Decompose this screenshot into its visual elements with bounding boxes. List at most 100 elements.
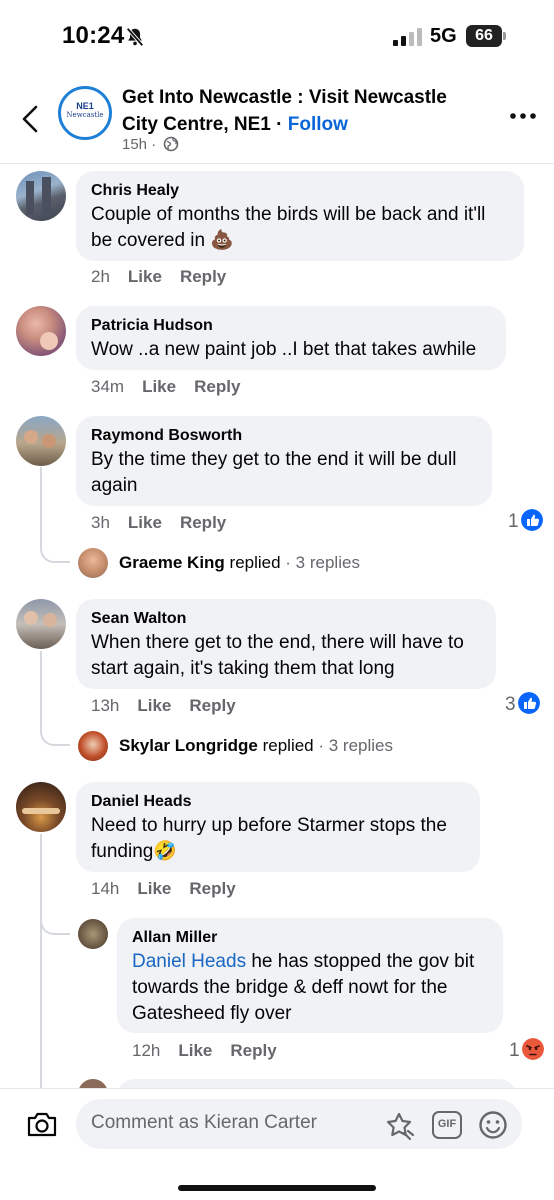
emoji-icon[interactable] bbox=[478, 1110, 508, 1140]
reply-button[interactable]: Reply bbox=[189, 696, 235, 715]
comment-text: Wow ..a new paint job ..I bet that takes… bbox=[91, 339, 477, 360]
reply-button[interactable]: Reply bbox=[230, 1041, 276, 1060]
comment-bubble[interactable]: Sean Walton When there get to the end, t… bbox=[76, 599, 496, 689]
status-bar: 10:24 5G 66 bbox=[0, 0, 554, 70]
comment-text: Need to hurry up before Starmer stops th… bbox=[91, 815, 447, 836]
thread-line bbox=[40, 651, 42, 719]
comment-text: funding🤣 bbox=[91, 841, 177, 862]
comment-text: Couple of months the birds will be back … bbox=[91, 204, 486, 225]
reply-author[interactable]: Allan Miller bbox=[132, 927, 489, 949]
reaction-summary[interactable]: 1 bbox=[509, 1038, 544, 1062]
thread-connector bbox=[40, 717, 70, 746]
comment-text: start again, it's taking them that long bbox=[91, 658, 395, 679]
thread-line bbox=[40, 834, 42, 1090]
avatar[interactable] bbox=[16, 782, 66, 832]
avatar[interactable] bbox=[16, 599, 66, 649]
comment-text: again bbox=[91, 475, 138, 496]
thread-connector bbox=[40, 535, 70, 563]
comments-feed[interactable]: Chris Healy Couple of months the birds w… bbox=[0, 165, 554, 1090]
avatar[interactable] bbox=[78, 731, 108, 761]
reaction-summary[interactable]: 3 bbox=[505, 692, 540, 716]
post-meta: 15h · bbox=[122, 136, 179, 153]
like-button[interactable]: Like bbox=[178, 1041, 212, 1060]
avatar[interactable] bbox=[16, 171, 66, 221]
reaction-count: 1 bbox=[508, 511, 519, 532]
sticker-icon[interactable] bbox=[386, 1111, 416, 1141]
comment-actions: 13h Like Reply bbox=[91, 696, 254, 716]
like-button[interactable]: Like bbox=[128, 513, 162, 532]
globe-icon bbox=[164, 136, 179, 152]
avatar[interactable] bbox=[78, 919, 108, 949]
comment-bubble[interactable]: Chris Healy Couple of months the birds w… bbox=[76, 171, 524, 261]
like-reaction-icon bbox=[517, 692, 540, 714]
comment-time: 34m bbox=[91, 377, 125, 396]
replier-name: Skylar Longridge bbox=[119, 736, 258, 755]
replies-summary[interactable]: Graeme King replied · 3 replies bbox=[119, 553, 360, 573]
reply-button[interactable]: Reply bbox=[189, 879, 235, 898]
replier-name: Graeme King bbox=[119, 553, 225, 572]
comment-bubble[interactable]: Raymond Bosworth By the time they get to… bbox=[76, 416, 492, 506]
avatar[interactable] bbox=[78, 548, 108, 578]
comment-time: 2h bbox=[91, 267, 110, 286]
comment-text: By the time they get to the end it will … bbox=[91, 449, 457, 470]
like-button[interactable]: Like bbox=[137, 879, 171, 898]
comment-actions: 14h Like Reply bbox=[91, 879, 254, 899]
camera-icon[interactable] bbox=[26, 1109, 58, 1139]
comment-author[interactable]: Patricia Hudson bbox=[91, 315, 492, 337]
comment-time: 14h bbox=[91, 879, 120, 898]
comment-time: 3h bbox=[91, 513, 110, 532]
like-button[interactable]: Like bbox=[142, 377, 176, 396]
comment-author[interactable]: Sean Walton bbox=[91, 608, 482, 630]
reply-button[interactable]: Reply bbox=[180, 267, 226, 286]
bell-slash-icon bbox=[126, 27, 144, 47]
back-chevron-icon[interactable] bbox=[18, 104, 42, 134]
battery-level: 66 bbox=[475, 27, 493, 44]
post-time: 15h · bbox=[122, 136, 157, 153]
reply-text: towards the bridge & deff nowt for the bbox=[132, 977, 448, 998]
comment-actions: 34m Like Reply bbox=[91, 377, 258, 397]
reaction-summary[interactable]: 1 bbox=[508, 509, 543, 533]
replies-summary[interactable]: Skylar Longridge replied · 3 replies bbox=[119, 736, 393, 756]
reaction-count: 1 bbox=[509, 1040, 520, 1061]
signal-icon bbox=[393, 28, 422, 46]
logo-ne1: NE1 bbox=[76, 101, 94, 111]
like-button[interactable]: Like bbox=[137, 696, 171, 715]
reply-button[interactable]: Reply bbox=[194, 377, 240, 396]
comment-text: When there get to the end, there will ha… bbox=[91, 632, 464, 653]
comment-text: be covered in 💩 bbox=[91, 230, 235, 251]
thread-line bbox=[40, 467, 42, 537]
comment-author[interactable]: Raymond Bosworth bbox=[91, 425, 478, 447]
reaction-count: 3 bbox=[505, 694, 516, 715]
reply-count: · 3 replies bbox=[313, 736, 394, 755]
battery-icon: 66 bbox=[466, 25, 506, 47]
status-time: 10:24 bbox=[62, 22, 125, 49]
comment-time: 13h bbox=[91, 696, 120, 715]
reply-time: 12h bbox=[132, 1041, 161, 1060]
mention-link[interactable]: Daniel Heads bbox=[132, 951, 246, 972]
comment-composer: Comment as Kieran Carter GIF bbox=[0, 1088, 554, 1200]
comment-bubble[interactable]: Patricia Hudson Wow ..a new paint job ..… bbox=[76, 306, 506, 370]
like-reaction-icon bbox=[520, 509, 543, 531]
comment-author[interactable]: Chris Healy bbox=[91, 180, 510, 202]
page-title: Get Into Newcastle : Visit Newcastle Cit… bbox=[122, 87, 447, 135]
angry-reaction-icon bbox=[521, 1038, 544, 1060]
comment-bubble[interactable]: Daniel Heads Need to hurry up before Sta… bbox=[76, 782, 480, 872]
like-button[interactable]: Like bbox=[128, 267, 162, 286]
network-type: 5G bbox=[430, 25, 457, 47]
reply-text: Daniel Heads he has stopped the gov bit bbox=[132, 951, 475, 972]
follow-button[interactable]: Follow bbox=[288, 114, 348, 135]
page-avatar[interactable]: NE1 Newcastle bbox=[58, 86, 112, 140]
reply-button[interactable]: Reply bbox=[180, 513, 226, 532]
thread-connector bbox=[40, 885, 70, 935]
avatar[interactable] bbox=[16, 416, 66, 466]
comment-actions: 2h Like Reply bbox=[91, 267, 244, 287]
more-icon[interactable] bbox=[508, 110, 538, 122]
reply-bubble[interactable]: Allan Miller Daniel Heads he has stopped… bbox=[117, 918, 503, 1033]
comment-input[interactable]: Comment as Kieran Carter GIF bbox=[76, 1099, 522, 1149]
gif-icon[interactable]: GIF bbox=[432, 1111, 462, 1139]
home-indicator[interactable] bbox=[178, 1185, 376, 1191]
logo-newcastle: Newcastle bbox=[66, 111, 104, 119]
comment-author[interactable]: Daniel Heads bbox=[91, 791, 466, 813]
avatar[interactable] bbox=[16, 306, 66, 356]
reply-count: · 3 replies bbox=[280, 553, 360, 572]
